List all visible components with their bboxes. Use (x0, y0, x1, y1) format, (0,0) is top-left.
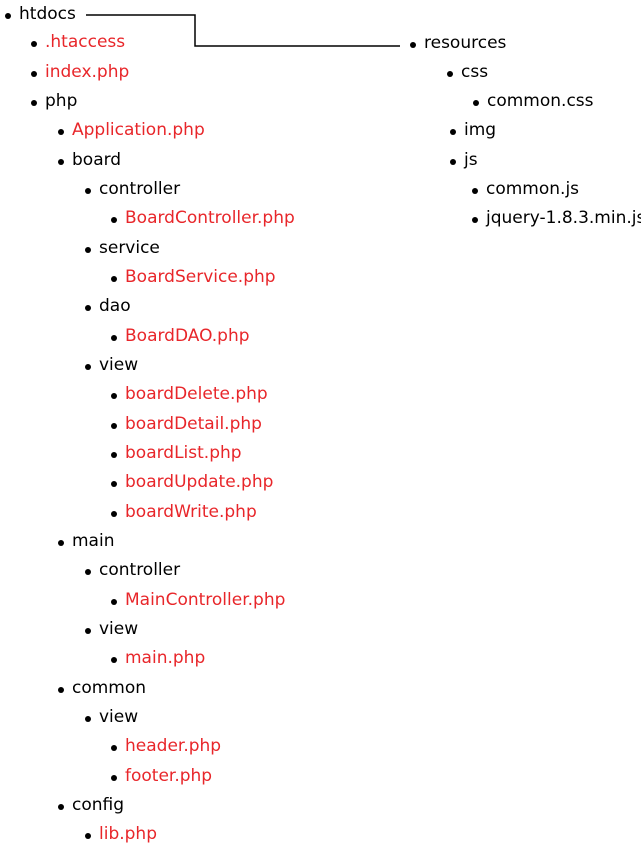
bullet-icon (111, 745, 117, 751)
folder-label: controller (99, 560, 181, 580)
bullet-icon (111, 775, 117, 781)
file-label: boardUpdate.php (125, 472, 274, 492)
file-label: boardList.php (125, 443, 242, 463)
file-label: common.js (486, 179, 580, 199)
bullet-icon (111, 511, 117, 517)
file-label: lib.php (99, 824, 157, 844)
bullet-icon (111, 217, 117, 223)
file-label: index.php (45, 62, 130, 82)
bullet-icon (111, 335, 117, 341)
file-label: common.css (487, 91, 594, 111)
file-label: footer.php (125, 766, 213, 786)
file-label: Application.php (72, 120, 205, 140)
folder-label: view (99, 619, 139, 639)
folder-label: dao (99, 296, 131, 316)
bullet-icon (111, 599, 117, 605)
folder-label: common (72, 678, 147, 698)
bullet-icon (58, 804, 64, 810)
file-label: BoardController.php (125, 208, 295, 228)
bullet-icon (111, 657, 117, 663)
bullet-icon (85, 628, 91, 634)
file-label: BoardDAO.php (125, 326, 250, 346)
bullet-icon (450, 129, 456, 135)
folder-label: main (72, 531, 115, 551)
bullet-icon (31, 41, 37, 47)
folder-label: view (99, 355, 139, 375)
bullet-icon (447, 71, 453, 77)
folder-label: php (45, 91, 78, 111)
folder-label: config (72, 795, 125, 815)
bullet-icon (85, 716, 91, 722)
file-label: header.php (125, 736, 222, 756)
bullet-icon (58, 129, 64, 135)
bullet-icon (85, 364, 91, 370)
bullet-icon (5, 13, 11, 19)
bullet-icon (111, 452, 117, 458)
bullet-icon (473, 100, 479, 106)
file-label: .htaccess (45, 32, 126, 52)
file-label: boardDetail.php (125, 414, 262, 434)
bullet-icon (472, 188, 478, 194)
bullet-icon (111, 276, 117, 282)
bullet-icon (410, 42, 416, 48)
file-label: boardWrite.php (125, 502, 257, 522)
bullet-icon (85, 188, 91, 194)
bullet-icon (450, 159, 456, 165)
file-label: main.php (125, 648, 206, 668)
folder-label: board (72, 150, 122, 170)
bullet-icon (58, 540, 64, 546)
bullet-icon (85, 833, 91, 839)
file-label: boardDelete.php (125, 384, 268, 404)
bullet-icon (58, 159, 64, 165)
bullet-icon (472, 217, 478, 223)
folder-label: view (99, 707, 139, 727)
folder-label: css (461, 62, 489, 82)
folder-label: controller (99, 179, 181, 199)
file-label: MainController.php (125, 590, 286, 610)
folder-label: img (464, 120, 497, 140)
bullet-icon (31, 100, 37, 106)
file-label: BoardService.php (125, 267, 276, 287)
folder-label: service (99, 238, 160, 258)
bullet-icon (31, 71, 37, 77)
bullet-icon (85, 569, 91, 575)
bullet-icon (111, 481, 117, 487)
bullet-icon (85, 247, 91, 253)
bullet-icon (111, 393, 117, 399)
folder-label: resources (424, 33, 507, 53)
folder-label: js (464, 150, 478, 170)
bullet-icon (111, 423, 117, 429)
file-label: jquery-1.8.3.min.js (486, 208, 641, 228)
bullet-icon (58, 687, 64, 693)
folder-label: htdocs (19, 4, 76, 24)
bullet-icon (85, 305, 91, 311)
